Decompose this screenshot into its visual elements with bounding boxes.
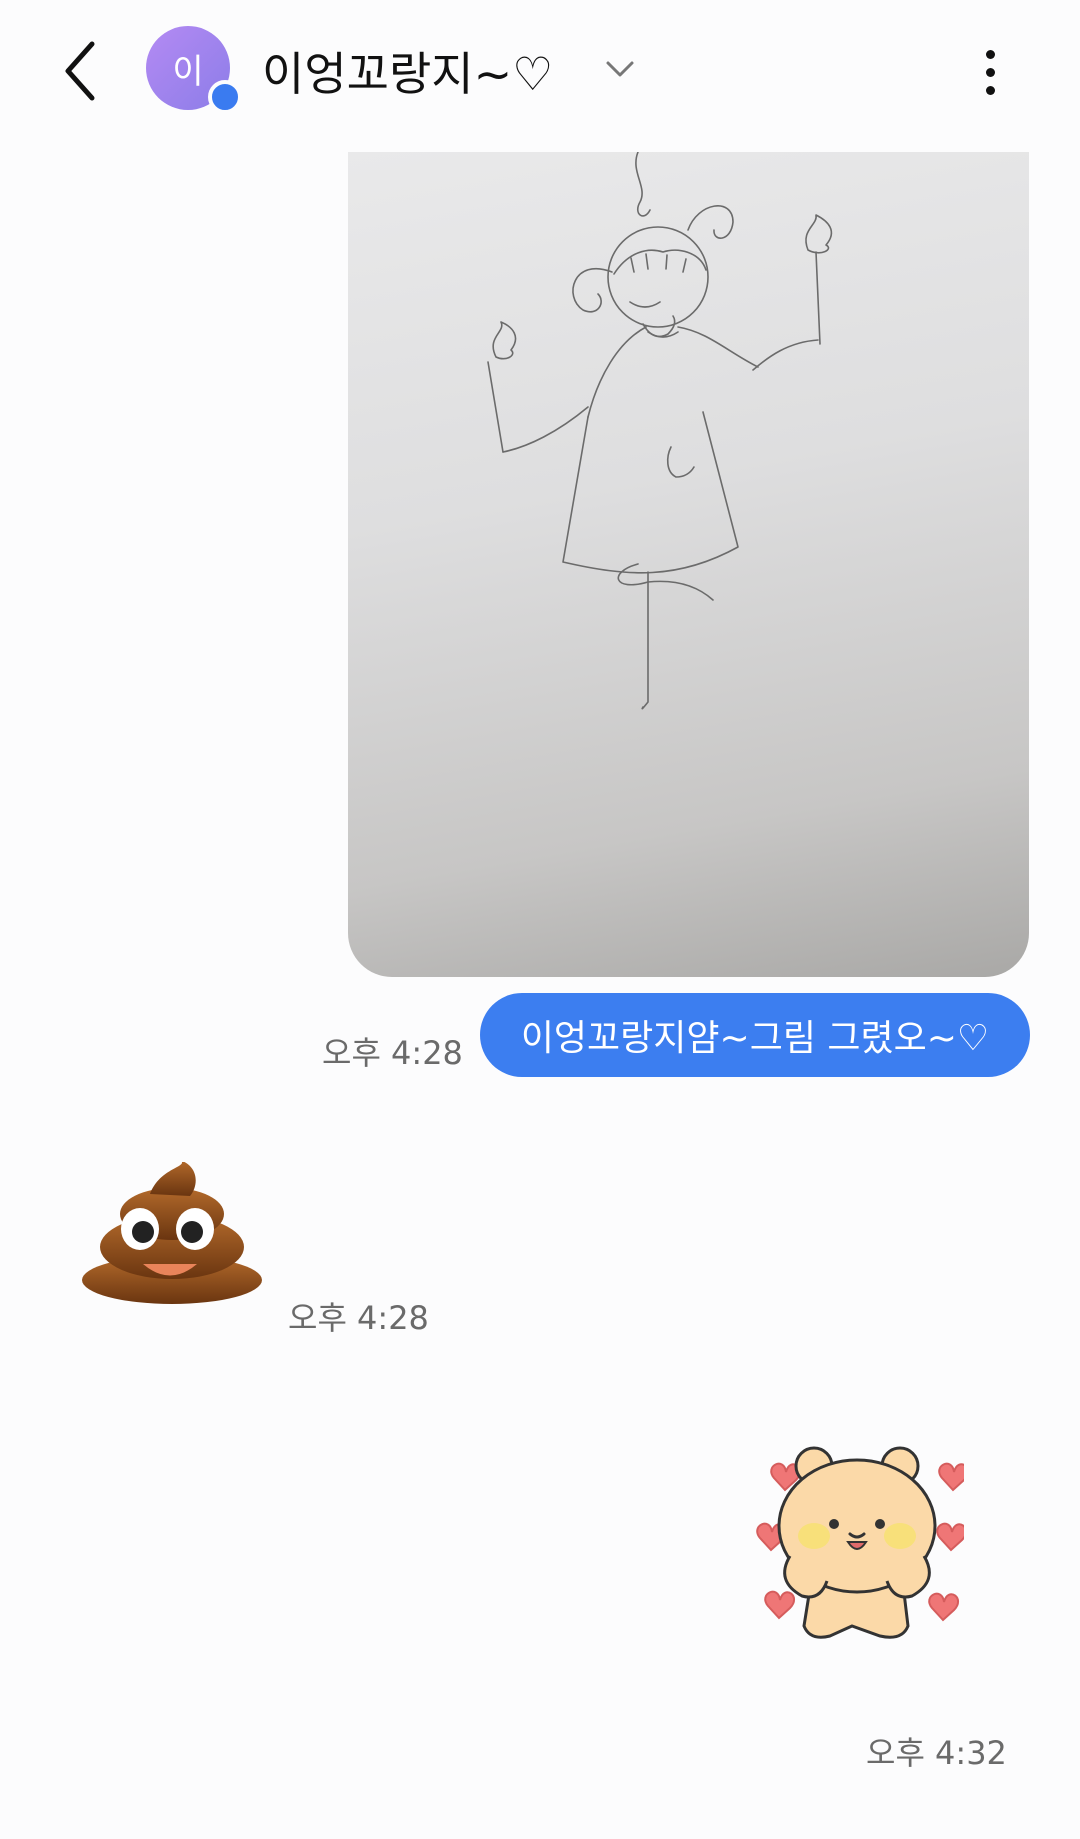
chat-header: 이 이엉꼬랑지~♡ (0, 0, 1080, 140)
message-time: 오후 4:32 (866, 1734, 1007, 1772)
chevron-down-icon[interactable] (602, 54, 638, 84)
chat-badge-icon (208, 80, 242, 114)
avatar-initial: 이 (172, 51, 204, 92)
message-bubble[interactable]: 이엉꼬랑지얌~그림 그렸오~♡ (480, 993, 1030, 1077)
poop-emoji-icon[interactable] (80, 1162, 265, 1304)
more-options-button[interactable] (970, 44, 1010, 100)
bear-sticker-icon[interactable] (752, 1436, 964, 1650)
message-time: 오후 4:28 (322, 1034, 463, 1072)
back-button[interactable] (58, 38, 108, 104)
image-message[interactable] (348, 152, 1029, 977)
contact-name[interactable]: 이엉꼬랑지~♡ (262, 38, 553, 104)
message-time: 오후 4:28 (288, 1299, 429, 1337)
message-text: 이엉꼬랑지얌~그림 그렸오~♡ (520, 1018, 990, 1059)
pencil-drawing-image (487, 152, 833, 710)
